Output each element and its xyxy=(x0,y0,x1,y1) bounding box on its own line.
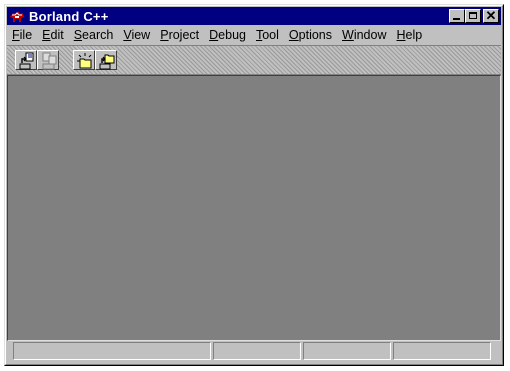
status-pane-message xyxy=(13,342,211,360)
new-project-button[interactable] xyxy=(73,50,95,70)
menu-options-mnemonic: O xyxy=(288,28,299,42)
borland-window: Borland C++ ✕ File Edit Search View Proj… xyxy=(4,4,504,366)
menu-project[interactable]: Project xyxy=(155,26,204,45)
save-file-icon xyxy=(42,52,57,70)
menu-search-rest: earch xyxy=(82,28,114,42)
menu-debug-rest: ebug xyxy=(218,28,246,42)
open-file-icon xyxy=(19,52,34,70)
speedbar xyxy=(7,45,501,75)
menu-project-mnemonic: P xyxy=(160,28,169,42)
borland-bull-icon[interactable] xyxy=(9,8,25,24)
status-pane-3 xyxy=(303,342,391,360)
menu-window[interactable]: Window xyxy=(337,26,391,45)
menu-help-mnemonic: H xyxy=(396,28,406,42)
status-pane-4 xyxy=(393,342,491,360)
menu-edit-mnemonic: E xyxy=(42,28,51,42)
window-title: Borland C++ xyxy=(29,8,109,24)
minimize-button[interactable] xyxy=(449,9,465,23)
menu-debug[interactable]: Debug xyxy=(204,26,251,45)
title-bar-buttons: ✕ xyxy=(449,8,499,23)
menu-help-rest: elp xyxy=(405,28,423,42)
menu-tool[interactable]: Tool xyxy=(251,26,284,45)
menu-help[interactable]: Help xyxy=(392,26,428,45)
status-pane-2 xyxy=(213,342,301,360)
maximize-icon xyxy=(469,12,477,19)
menu-edit-rest: dit xyxy=(50,28,64,42)
menu-window-rest: indow xyxy=(353,28,387,42)
menu-view[interactable]: View xyxy=(118,26,155,45)
menu-file[interactable]: File xyxy=(7,26,37,45)
menu-tool-rest: ool xyxy=(262,28,279,42)
menu-search-mnemonic: S xyxy=(73,28,83,42)
menu-file-mnemonic: F xyxy=(12,28,20,42)
title-bar[interactable]: Borland C++ ✕ xyxy=(7,7,501,25)
new-project-icon xyxy=(77,53,92,69)
save-file-button[interactable] xyxy=(37,50,59,70)
mdi-client-area[interactable] xyxy=(7,75,501,341)
maximize-button[interactable] xyxy=(465,9,481,23)
menu-window-mnemonic: W xyxy=(342,28,354,42)
menu-file-rest: ile xyxy=(19,28,33,42)
close-icon: ✕ xyxy=(485,8,497,23)
menu-bar: File Edit Search View Project Debug Tool… xyxy=(7,26,501,45)
menu-project-rest: roject xyxy=(168,28,200,42)
menu-edit[interactable]: Edit xyxy=(37,26,69,45)
open-project-button[interactable] xyxy=(95,50,117,70)
menu-debug-mnemonic: D xyxy=(209,28,219,42)
menu-search[interactable]: Search xyxy=(69,26,119,45)
menu-options-rest: ptions xyxy=(298,28,333,42)
menu-view-rest: iew xyxy=(131,28,151,42)
close-button[interactable]: ✕ xyxy=(483,8,499,23)
open-project-icon xyxy=(99,54,115,70)
open-file-button[interactable] xyxy=(15,50,37,70)
menu-options[interactable]: Options xyxy=(284,26,337,45)
minimize-icon xyxy=(453,18,460,20)
status-bar xyxy=(13,342,495,360)
